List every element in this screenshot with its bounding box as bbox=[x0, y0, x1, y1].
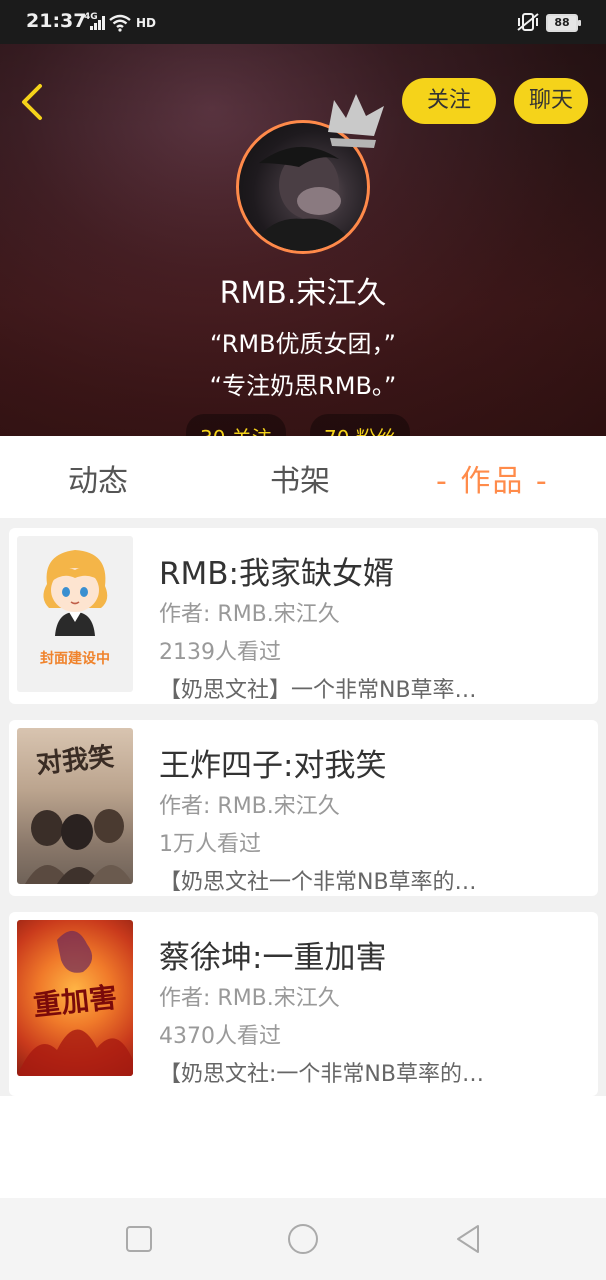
cover-caption: 封面建设中 bbox=[40, 651, 110, 667]
work-cover: 重加害 bbox=[17, 920, 133, 1076]
follow-button[interactable]: 关注 bbox=[402, 78, 496, 124]
crown-icon bbox=[328, 94, 384, 148]
recent-apps-icon[interactable] bbox=[122, 1222, 156, 1256]
tab-dynamics[interactable]: 动态 bbox=[68, 456, 128, 500]
work-title: RMB:我家缺女婿 bbox=[159, 556, 394, 592]
work-views: 4370人看过 bbox=[159, 1024, 281, 1049]
system-nav-bar bbox=[0, 1198, 606, 1280]
placeholder-character-icon bbox=[43, 550, 108, 636]
work-description: 【奶思文社】一个非常NB草率… bbox=[159, 678, 477, 703]
status-time: 21:37 bbox=[26, 10, 87, 32]
status-bar: 21:37 4G HD 88 bbox=[0, 0, 606, 44]
work-description: 【奶思文社:一个非常NB草率的… bbox=[159, 1062, 484, 1087]
chat-button[interactable]: 聊天 bbox=[514, 78, 588, 124]
hd-label: HD bbox=[136, 16, 157, 30]
work-author: 作者: RMB.宋江久 bbox=[159, 794, 340, 819]
work-title: 蔡徐坤:一重加害 bbox=[159, 940, 387, 976]
works-list: 封面建设中 RMB:我家缺女婿 作者: RMB.宋江久 2139人看过 【奶思文… bbox=[0, 518, 606, 1096]
work-author: 作者: RMB.宋江久 bbox=[159, 602, 340, 627]
work-author: 作者: RMB.宋江久 bbox=[159, 986, 340, 1011]
back-triangle-icon[interactable] bbox=[452, 1222, 486, 1256]
profile-bio-line-1: “RMB优质女团，” bbox=[210, 330, 396, 358]
wifi-icon bbox=[109, 14, 131, 32]
work-title: 王炸四子:对我笑 bbox=[159, 748, 387, 784]
back-arrow-icon[interactable] bbox=[14, 80, 54, 124]
work-card[interactable]: 封面建设中 RMB:我家缺女婿 作者: RMB.宋江久 2139人看过 【奶思文… bbox=[9, 528, 598, 704]
work-card[interactable]: 对我笑 王炸四子:对我笑 作者: RMB.宋江久 1万人看过 【奶思文社一个非常… bbox=[9, 720, 598, 896]
work-views: 1万人看过 bbox=[159, 832, 261, 857]
cover-figures bbox=[25, 809, 133, 884]
battery-icon: 88 bbox=[546, 14, 581, 32]
home-icon[interactable] bbox=[286, 1222, 320, 1256]
fans-count[interactable]: 70 粉丝 bbox=[310, 414, 410, 436]
profile-tabs: 动态 书架 - 作品 - bbox=[0, 436, 606, 518]
profile-header: 21:37 4G HD 88 关注 聊天 RMB.宋江久 “RMB优质女团，” … bbox=[0, 0, 606, 436]
work-card[interactable]: 重加害 蔡徐坤:一重加害 作者: RMB.宋江久 4370人看过 【奶思文社:一… bbox=[9, 912, 598, 1096]
vibrate-mute-icon bbox=[517, 13, 539, 31]
profile-name: RMB.宋江久 bbox=[219, 276, 387, 311]
work-cover: 对我笑 bbox=[17, 728, 133, 884]
work-description: 【奶思文社一个非常NB草率的… bbox=[159, 870, 477, 895]
signal-icon bbox=[90, 16, 105, 30]
profile-bio-line-2: “专注奶思RMB。” bbox=[209, 372, 397, 400]
work-views: 2139人看过 bbox=[159, 640, 281, 665]
tab-works[interactable]: - 作品 - bbox=[436, 456, 549, 500]
work-cover: 封面建设中 bbox=[17, 536, 133, 692]
following-count[interactable]: 30 关注 bbox=[186, 414, 286, 436]
tab-bookshelf[interactable]: 书架 bbox=[270, 456, 330, 500]
